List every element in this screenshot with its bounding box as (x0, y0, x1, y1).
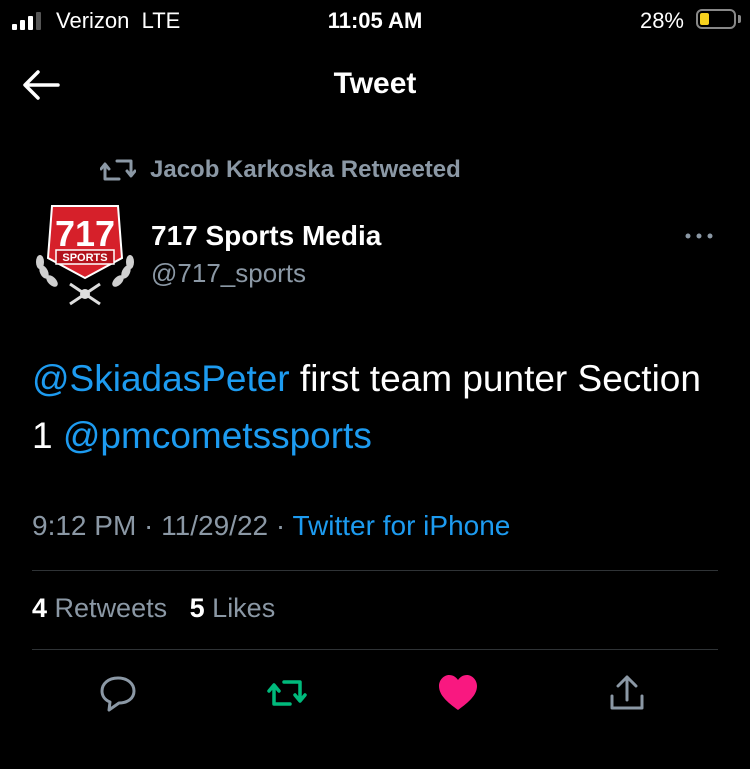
status-time: 11:05 AM (327, 8, 423, 33)
avatar[interactable]: 717 SPORTS (32, 200, 138, 308)
meta-separator: · (268, 510, 293, 541)
retweet-icon (100, 159, 136, 181)
retweets-stat[interactable]: 4 Retweets (32, 593, 167, 623)
retweet-button[interactable] (266, 672, 308, 714)
retweets-label: Retweets (54, 593, 168, 623)
tweet-time: 9:12 PM (32, 510, 137, 541)
divider (32, 570, 718, 571)
battery-percent: 28% (639, 8, 684, 33)
more-options-button[interactable] (680, 222, 720, 250)
likes-stat[interactable]: 5 Likes (190, 593, 276, 623)
mention-link[interactable]: @pmcometssports (63, 415, 372, 456)
retweets-count: 4 (32, 593, 48, 623)
avatar-logo-text: 717 (55, 213, 115, 254)
author-handle[interactable]: @717_sports (151, 258, 306, 289)
likes-label: Likes (212, 593, 276, 623)
like-button[interactable] (437, 672, 479, 714)
battery-nub (738, 15, 741, 23)
share-button[interactable] (606, 672, 648, 714)
battery-level-fill (700, 13, 709, 25)
battery-icon (696, 9, 736, 29)
heart-icon (439, 675, 477, 710)
engagement-stats: 4 Retweets 5 Likes (32, 593, 275, 624)
divider (32, 649, 718, 650)
status-bar: Verizon LTE 11:05 AM 28% (0, 0, 750, 40)
reply-button[interactable] (97, 672, 139, 714)
tweet-date: 11/29/22 (161, 510, 269, 541)
avatar-banner-text: SPORTS (62, 252, 107, 264)
mention-link[interactable]: @SkiadasPeter (32, 358, 290, 399)
retweet-context[interactable]: Jacob Karkoska Retweeted (100, 154, 461, 186)
meta-separator: · (136, 510, 162, 541)
share-icon (610, 675, 644, 710)
tweet-text: @SkiadasPeter first team punter Section … (32, 350, 722, 464)
retweet-context-text: Jacob Karkoska Retweeted (150, 156, 461, 183)
tweet-metadata: 9:12 PM · 11/29/22 · Twitter for iPhone (32, 510, 510, 542)
ellipsis-icon (685, 233, 713, 239)
page-title: Tweet (333, 67, 417, 100)
retweet-icon (267, 680, 307, 706)
likes-count: 5 (189, 593, 205, 623)
author-name[interactable]: 717 Sports Media (151, 220, 381, 252)
reply-icon (100, 676, 136, 712)
tweet-source-link[interactable]: Twitter for iPhone (292, 510, 510, 541)
sports-logo-icon: 717 SPORTS (36, 205, 134, 306)
